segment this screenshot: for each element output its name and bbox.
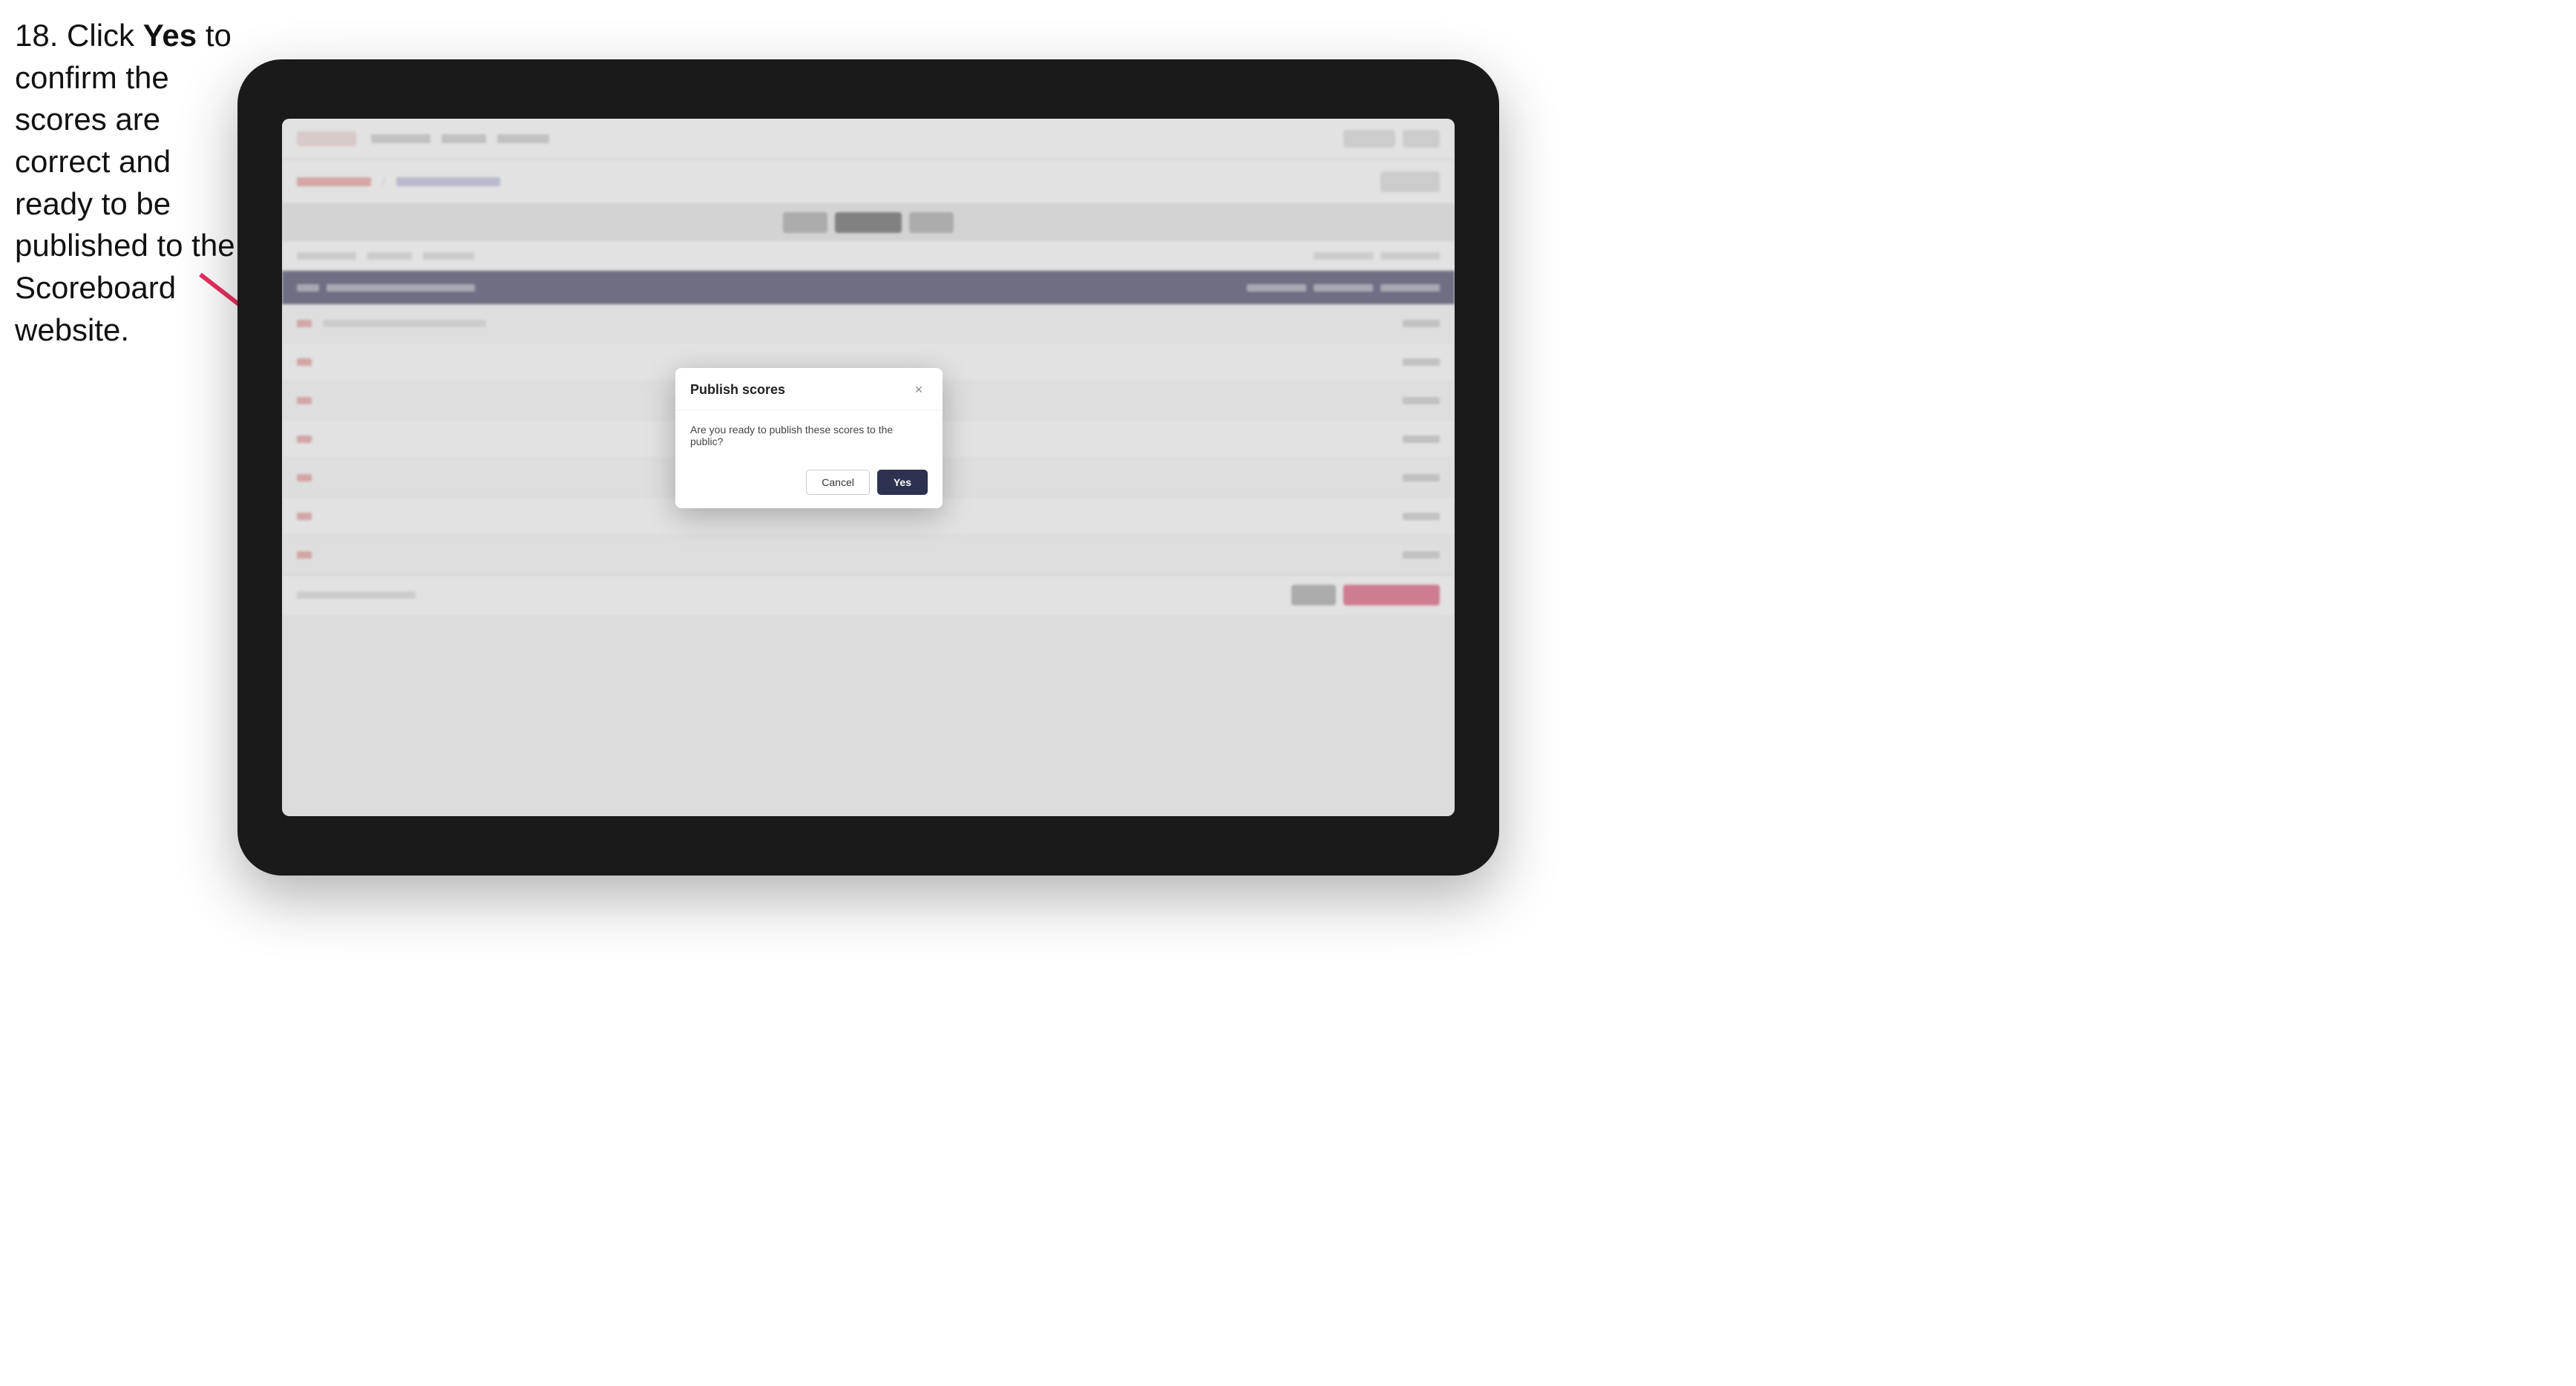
cancel-button[interactable]: Cancel	[806, 470, 870, 495]
modal-overlay: Publish scores × Are you ready to publis…	[282, 119, 1455, 816]
instruction-bold: Yes	[143, 18, 197, 53]
instruction-before: Click	[58, 18, 142, 53]
modal-body: Are you ready to publish these scores to…	[675, 410, 943, 461]
tablet-device: /	[237, 59, 1499, 876]
yes-button[interactable]: Yes	[877, 470, 928, 495]
instruction-after: to confirm the scores are correct and re…	[15, 18, 235, 347]
instruction-text: 18. Click Yes to confirm the scores are …	[15, 15, 237, 352]
modal-close-button[interactable]: ×	[910, 381, 928, 399]
modal-title: Publish scores	[690, 382, 785, 398]
publish-scores-dialog: Publish scores × Are you ready to publis…	[675, 368, 943, 508]
modal-footer: Cancel Yes	[675, 461, 943, 508]
modal-header: Publish scores ×	[675, 368, 943, 410]
step-number: 18.	[15, 18, 58, 53]
tablet-screen: /	[282, 119, 1455, 816]
